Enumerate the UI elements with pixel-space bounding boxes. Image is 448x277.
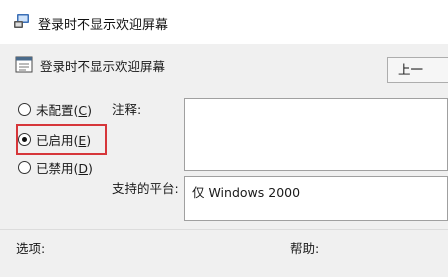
highlight-annotation-box bbox=[16, 124, 107, 155]
radio-label: 未配置(C) bbox=[36, 102, 93, 118]
section-divider bbox=[0, 229, 448, 230]
window-title: 登录时不显示欢迎屏幕 bbox=[38, 18, 169, 33]
policy-document-icon bbox=[15, 56, 33, 73]
radio-circle[interactable] bbox=[18, 160, 31, 174]
options-label: 选项: bbox=[16, 241, 46, 256]
setting-title: 登录时不显示欢迎屏幕 bbox=[40, 59, 166, 74]
comment-label: 注释: bbox=[112, 102, 142, 117]
policy-settings-icon bbox=[14, 14, 29, 28]
radio-label: 已禁用(D) bbox=[36, 160, 93, 176]
title-bar: 登录时不显示欢迎屏幕 bbox=[0, 0, 448, 44]
supported-on-value: 仅 Windows 2000 bbox=[192, 185, 301, 200]
previous-setting-button[interactable]: 上一 bbox=[387, 57, 448, 83]
help-label: 帮助: bbox=[290, 241, 320, 256]
radio-circle[interactable] bbox=[18, 102, 31, 116]
comment-textbox[interactable] bbox=[184, 98, 448, 171]
radio-disabled[interactable]: 已禁用(D) bbox=[18, 158, 93, 176]
radio-not-configured[interactable]: 未配置(C) bbox=[18, 100, 92, 118]
supported-on-field: 仅 Windows 2000 bbox=[184, 176, 448, 221]
supported-on-label: 支持的平台: bbox=[112, 181, 179, 196]
